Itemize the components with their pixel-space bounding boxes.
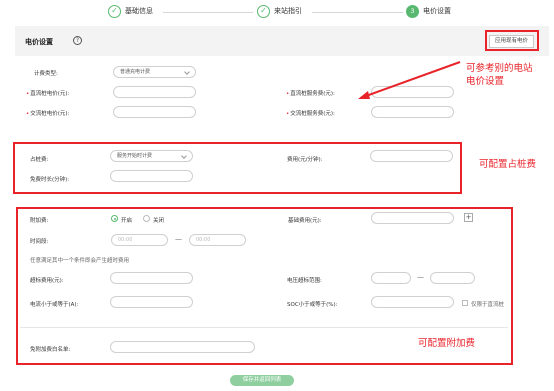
soc-label: SOC小于或等于(%): (287, 302, 338, 308)
dc-only-checkbox[interactable] (462, 300, 468, 306)
section-divider (20, 327, 508, 328)
over-fee-input[interactable] (110, 272, 193, 284)
free-duration-input[interactable] (110, 170, 193, 182)
plus-icon[interactable]: + (464, 213, 473, 222)
surcharge-label: 附加费: (30, 218, 49, 224)
voltage-separator: — (417, 273, 424, 281)
surcharge-off-radio[interactable] (143, 215, 150, 222)
voltage-max-input[interactable] (430, 272, 475, 284)
base-fee-label: 基础费用(元): (288, 218, 322, 224)
time-end-input[interactable]: 00:00 (189, 234, 246, 246)
whitelist-input[interactable] (110, 341, 255, 353)
time-start-input[interactable]: 00:00 (111, 234, 168, 246)
time-separator: — (175, 235, 182, 243)
voltage-range-label: 电压超标范围: (287, 278, 322, 284)
occupy-rate-input[interactable] (370, 150, 453, 162)
dc-only-label: 仅限于直流桩 (471, 302, 505, 308)
condition-note: 任意满足其中一个条件即会产生超时费用 (30, 258, 130, 264)
occupy-fee-label: 占桩费: (30, 157, 49, 163)
annotation-surcharge: 可配置附加费 (418, 338, 476, 349)
whitelist-label: 免附加费白名单: (30, 347, 71, 353)
free-duration-label: 免费时长(分钟): (30, 177, 70, 183)
occupy-rate-label: 费用(元/分钟): (287, 157, 323, 163)
current-label: 电流小于或等于(A): (30, 302, 79, 308)
occupy-fee-select[interactable]: 服务开始时计费 (110, 150, 193, 162)
current-input[interactable] (110, 296, 193, 308)
surcharge-on-label: 开启 (121, 218, 133, 224)
annotation-occupy: 可配置占桩费 (479, 159, 537, 170)
save-and-return-button[interactable]: 保存并返回列表 (230, 375, 294, 386)
surcharge-on-radio[interactable] (111, 215, 118, 222)
soc-input[interactable] (371, 296, 454, 308)
period-label: 时间段: (30, 239, 49, 245)
voltage-min-input[interactable] (371, 272, 411, 284)
annotation-reference: 可参考别的电站 电价设置 (466, 63, 533, 87)
surcharge-off-label: 关闭 (153, 218, 165, 224)
base-fee-input[interactable] (371, 212, 454, 224)
over-fee-label: 超标费用(元): (30, 278, 64, 284)
